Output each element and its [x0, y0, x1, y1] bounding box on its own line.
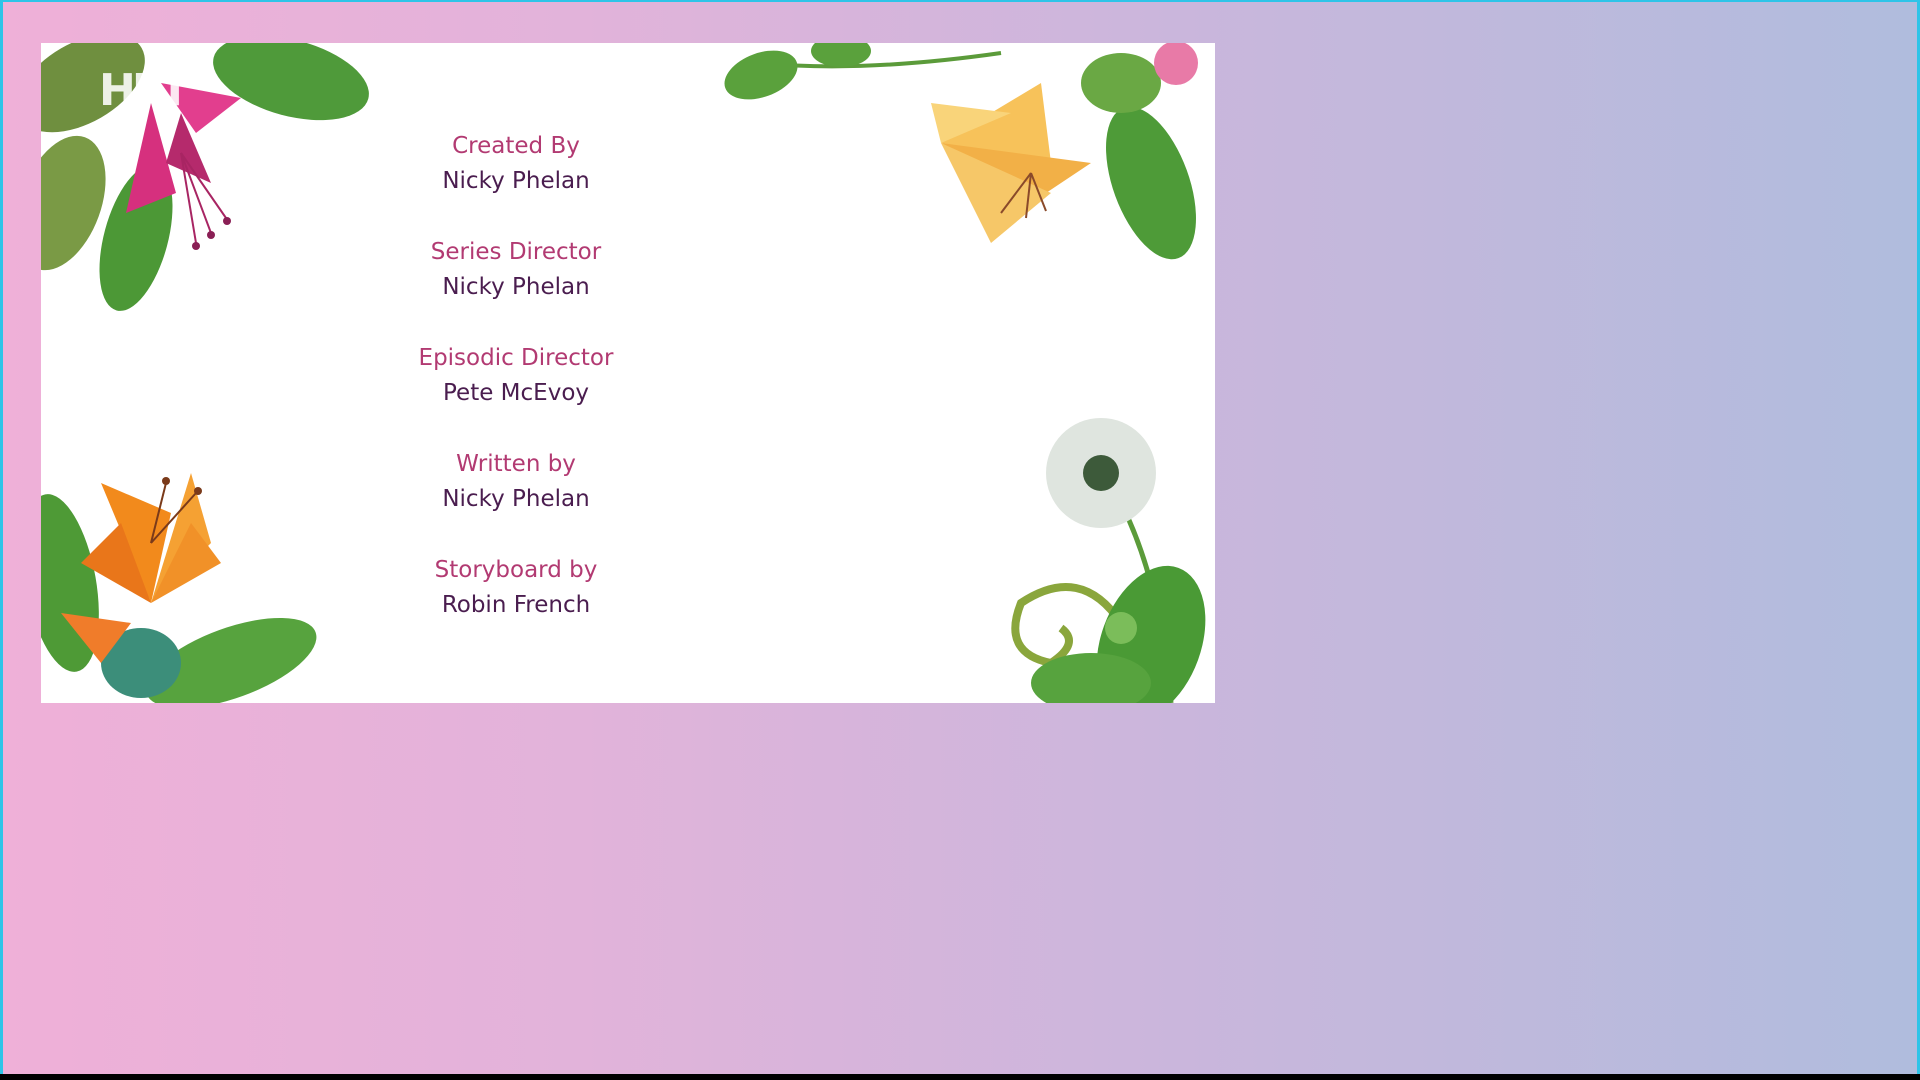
credit-series-director: Series Director Nicky Phelan — [366, 235, 666, 341]
credit-role: Written by — [456, 451, 576, 477]
credit-name: Nicky Phelan — [442, 274, 590, 300]
credit-name: Nicky Phelan — [442, 486, 590, 512]
desktop-background: HRT Created By Nicky Phelan Series Direc… — [0, 0, 1920, 1074]
credit-role: Series Director — [430, 239, 602, 265]
credit-created-by: Created By Nicky Phelan — [366, 129, 666, 235]
credit-episodic-director: Episodic Director Pete McEvoy — [366, 341, 666, 447]
credits-list: Created By Nicky Phelan Series Director … — [366, 129, 666, 659]
channel-logo: HRT — [99, 65, 190, 116]
credit-role: Storyboard by — [434, 557, 598, 583]
credit-role: Created By — [452, 133, 580, 159]
credit-storyboard-by: Storyboard by Robin French — [366, 553, 666, 659]
credit-role: Episodic Director — [418, 345, 614, 371]
credit-name: Robin French — [441, 592, 591, 618]
credit-name: Pete McEvoy — [443, 380, 589, 406]
video-frame[interactable]: HRT Created By Nicky Phelan Series Direc… — [41, 43, 1215, 703]
credit-written-by: Written by Nicky Phelan — [366, 447, 666, 553]
credit-name: Nicky Phelan — [442, 168, 590, 194]
